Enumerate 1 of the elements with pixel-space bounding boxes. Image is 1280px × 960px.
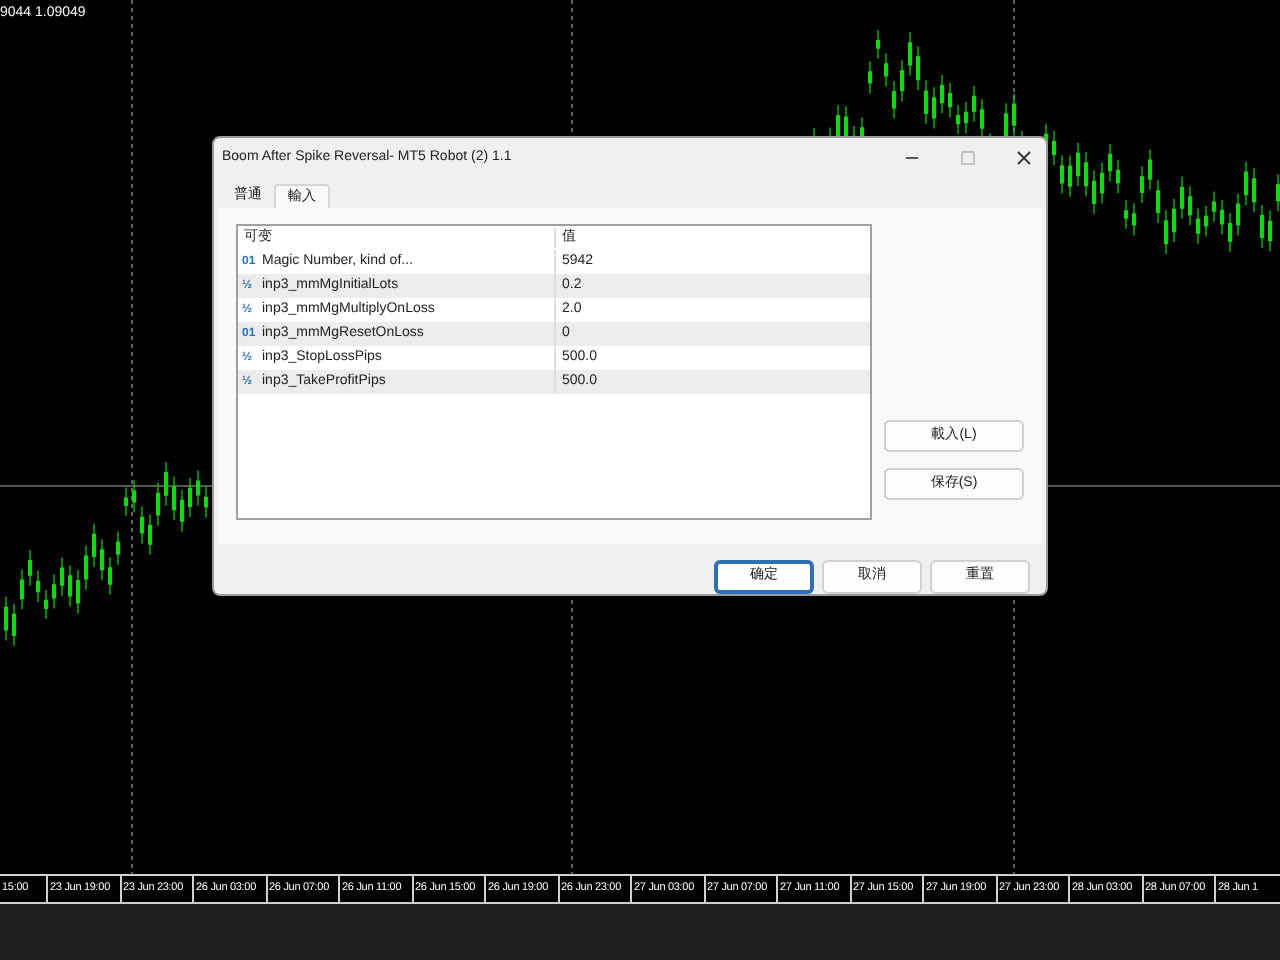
close-icon[interactable] <box>1016 150 1032 166</box>
